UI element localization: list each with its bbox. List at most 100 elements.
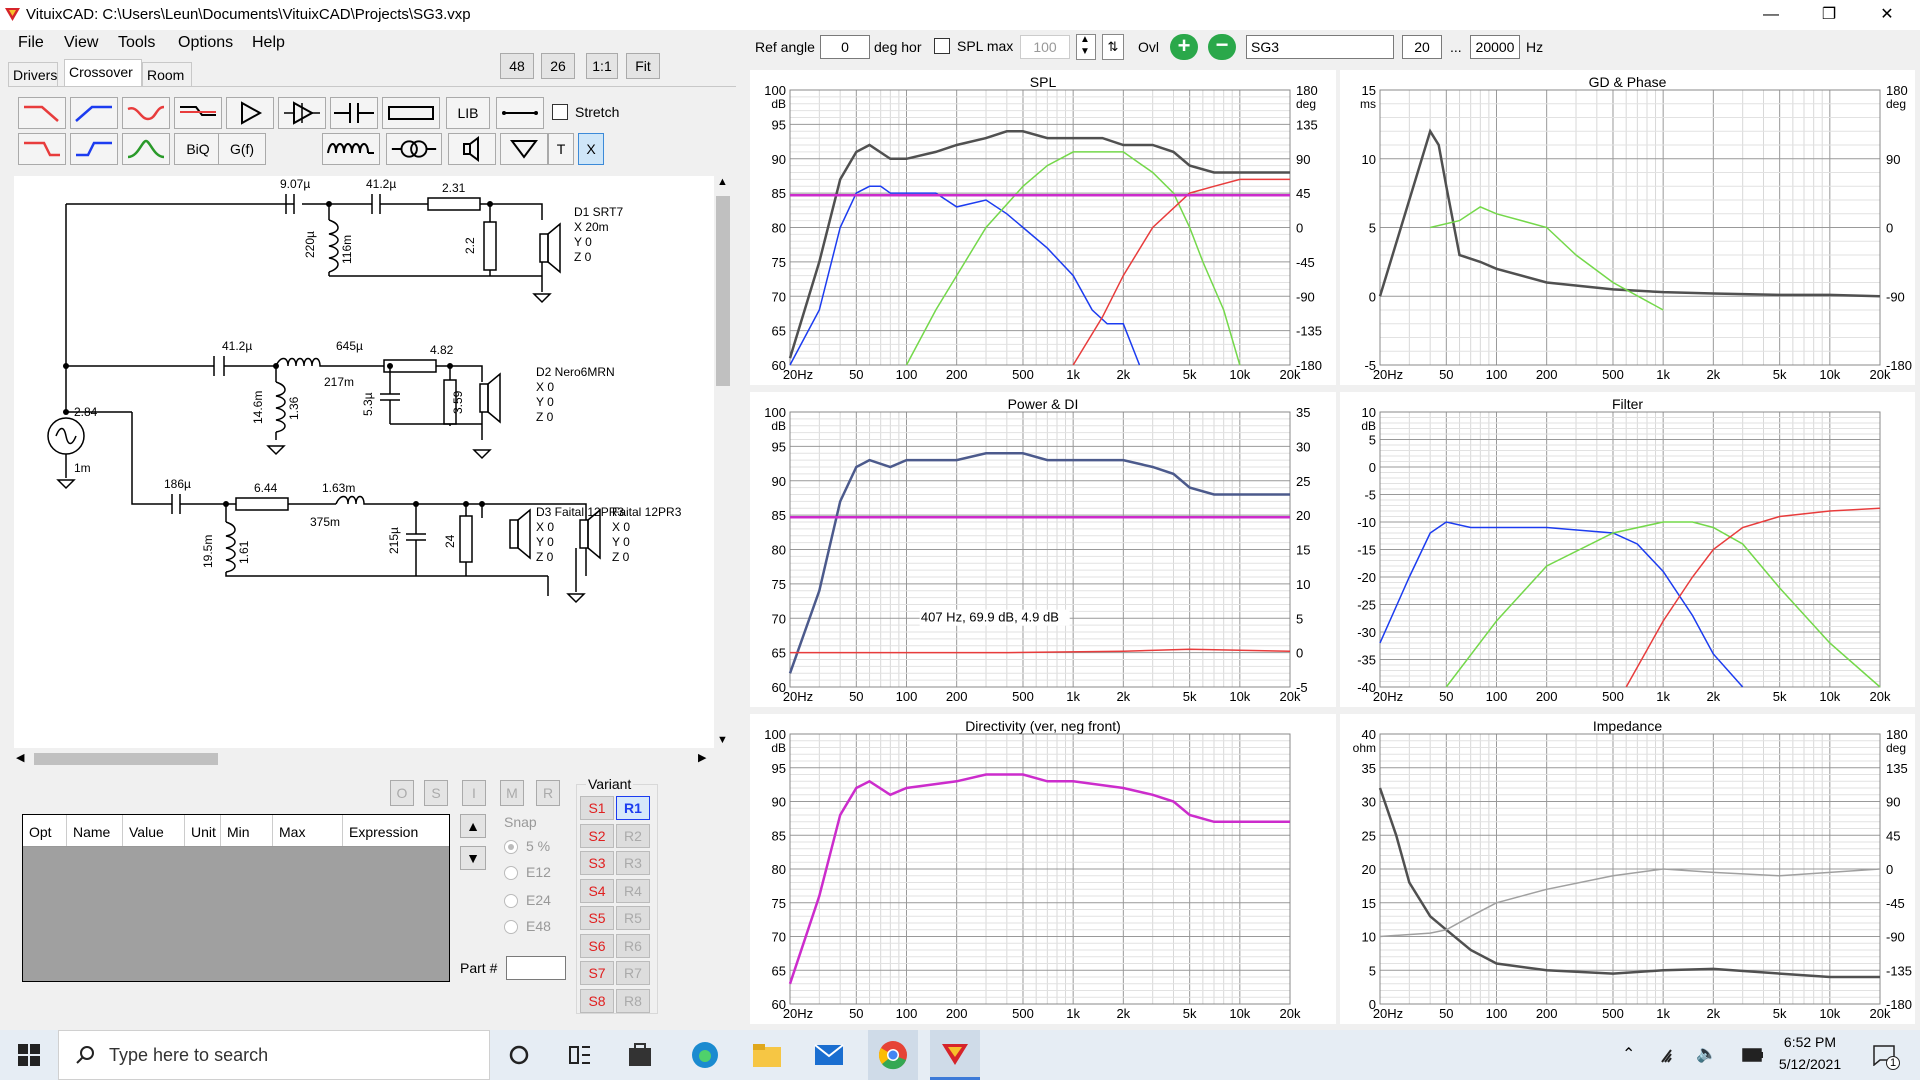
capacitor-tool[interactable] [330, 97, 378, 129]
clock-date[interactable]: 5/12/2021 [1774, 1056, 1846, 1072]
spl-max-checkbox[interactable] [934, 38, 950, 54]
highpass-blue-tool[interactable] [70, 97, 118, 129]
cortana-icon[interactable] [508, 1044, 530, 1066]
variant-s4-button[interactable]: S4 [580, 878, 614, 903]
col-opt[interactable]: Opt [23, 815, 67, 846]
parameter-grid[interactable]: Opt Name Value Unit Min Max Expression [22, 814, 450, 982]
transformer-tool[interactable] [386, 133, 442, 165]
speaker-tool[interactable] [448, 133, 496, 165]
chart-directivity[interactable]: Directivity (ver, neg front) 20Hz 50 100 200… [750, 714, 1336, 1024]
snap-e12-radio[interactable] [504, 866, 518, 880]
zoom-26-button[interactable]: 26 [541, 53, 575, 79]
tab-crossover[interactable]: Crossover [64, 59, 142, 86]
overlay-remove-button[interactable]: − [1208, 34, 1236, 60]
variant-s3-button[interactable]: S3 [580, 851, 614, 875]
scroll-right-icon[interactable]: ▶ [698, 751, 706, 764]
variant-s5-button[interactable]: S5 [580, 906, 614, 930]
lowpass-red-tool[interactable] [18, 97, 66, 129]
overlay-name-input[interactable] [1246, 35, 1394, 59]
opamp-tool[interactable] [278, 97, 326, 129]
opt-s-button[interactable]: S [424, 780, 448, 806]
tab-drivers[interactable]: Drivers [8, 62, 58, 86]
col-expression[interactable]: Expression [343, 815, 449, 846]
windows-start-icon[interactable] [18, 1044, 40, 1066]
zoom-1to1-button[interactable]: 1:1 [586, 53, 618, 79]
menu-tools[interactable]: Tools [118, 34, 155, 52]
move-up-button[interactable]: ▲ [460, 814, 486, 838]
show-hidden-icon[interactable]: ⌃ [1622, 1044, 1635, 1064]
schematic-canvas[interactable]: 9.07µ 41.2µ 2.31 220µ 116m 2.2 D1 SRT7 X… [14, 176, 714, 748]
highpass2-tool[interactable] [70, 133, 118, 165]
zoom-fit-button[interactable]: Fit [626, 53, 660, 79]
col-unit[interactable]: Unit [185, 815, 221, 846]
variant-r6-button[interactable]: R6 [616, 933, 650, 958]
swap-button[interactable]: ⇅ [1102, 34, 1124, 60]
volume-icon[interactable]: 🔈 [1696, 1044, 1717, 1064]
taskbar-search[interactable]: Type here to search [58, 1030, 490, 1080]
opt-r-button[interactable]: R [536, 780, 560, 806]
col-min[interactable]: Min [221, 815, 273, 846]
variant-r5-button[interactable]: R5 [616, 906, 650, 930]
scroll-up-icon[interactable]: ▲ [717, 176, 728, 188]
peak-green-tool[interactable] [122, 133, 170, 165]
edge-icon[interactable] [690, 1040, 720, 1070]
text-tool-button[interactable]: T [548, 133, 574, 165]
variant-s8-button[interactable]: S8 [580, 988, 614, 1013]
scroll-down-icon[interactable]: ▼ [717, 734, 728, 746]
snap-5pct-radio[interactable] [504, 840, 518, 854]
buffer-tool[interactable] [226, 97, 274, 129]
freq-high-input[interactable] [1470, 35, 1520, 59]
opt-i-button[interactable]: I [462, 780, 486, 806]
mail-icon[interactable] [814, 1044, 844, 1066]
spin-down-icon[interactable]: ▼ [1080, 46, 1090, 57]
chart-power[interactable]: Power & DI 20Hz 50 100 200 500 1k 2k 5k 10k 20k 100… [750, 392, 1336, 707]
stretch-checkbox[interactable] [552, 104, 568, 120]
file-explorer-icon[interactable] [752, 1042, 782, 1068]
chart-filter[interactable]: Filter 20Hz 50 100 200 500 1k 2k 5k 10k 20k 10 5 0 -5-… [1340, 392, 1915, 707]
part-number-input[interactable] [506, 956, 566, 980]
col-value[interactable]: Value [123, 815, 185, 846]
tab-room[interactable]: Room [142, 62, 192, 86]
chart-impedance[interactable]: Impedance 20Hz 50 100 200 500 1k 2k 5k 10k 20k 40 35… [1340, 714, 1915, 1024]
col-name[interactable]: Name [67, 815, 123, 846]
task-view-icon[interactable] [568, 1044, 592, 1066]
vituixcad-task[interactable] [930, 1030, 980, 1080]
resistor-tool[interactable] [382, 97, 440, 129]
chart-gd[interactable]: GD & Phase 20Hz 50 100 200 500 1k 2k 5k 10k 20k 15 1… [1340, 70, 1915, 385]
lowpass2-tool[interactable] [18, 133, 66, 165]
snap-e24-radio[interactable] [504, 894, 518, 908]
spl-max-input[interactable] [1020, 35, 1070, 59]
library-button[interactable]: LIB [446, 97, 490, 129]
schematic-vscroll[interactable]: ▲ ▼ [714, 176, 732, 748]
freq-low-input[interactable] [1402, 35, 1442, 59]
ground-tool[interactable] [500, 133, 548, 165]
variant-s2-button[interactable]: S2 [580, 823, 614, 848]
close-button[interactable]: ✕ [1864, 2, 1910, 28]
variant-s1-button[interactable]: S1 [580, 796, 614, 820]
schematic-hscroll[interactable]: ◀ ▶ [14, 750, 714, 768]
wifi-icon[interactable] [1660, 1046, 1682, 1064]
menu-options[interactable]: Options [178, 34, 233, 52]
restore-button[interactable]: ❐ [1806, 2, 1852, 28]
minimize-button[interactable]: — [1748, 2, 1794, 28]
spin-up-icon[interactable]: ▲ [1080, 34, 1090, 45]
battery-icon[interactable] [1742, 1048, 1764, 1062]
variant-r2-button[interactable]: R2 [616, 823, 650, 848]
variant-s6-button[interactable]: S6 [580, 933, 614, 958]
inductor-tool[interactable] [322, 133, 380, 165]
snap-e48-radio[interactable] [504, 920, 518, 934]
wire-tool[interactable] [496, 97, 544, 129]
delete-tool-button[interactable]: X [578, 133, 604, 165]
opt-m-button[interactable]: M [500, 780, 524, 806]
store-icon[interactable] [626, 1040, 654, 1068]
opt-o-button[interactable]: O [390, 780, 414, 806]
variant-r3-button[interactable]: R3 [616, 851, 650, 875]
clock-time[interactable]: 6:52 PM [1780, 1034, 1840, 1050]
biquad-button[interactable]: BiQ [174, 133, 222, 165]
variant-r1-button[interactable]: R1 [616, 796, 650, 820]
menu-file[interactable]: File [18, 34, 44, 52]
scroll-left-icon[interactable]: ◀ [16, 751, 24, 764]
col-max[interactable]: Max [273, 815, 343, 846]
variant-r4-button[interactable]: R4 [616, 878, 650, 903]
variant-r8-button[interactable]: R8 [616, 988, 650, 1013]
